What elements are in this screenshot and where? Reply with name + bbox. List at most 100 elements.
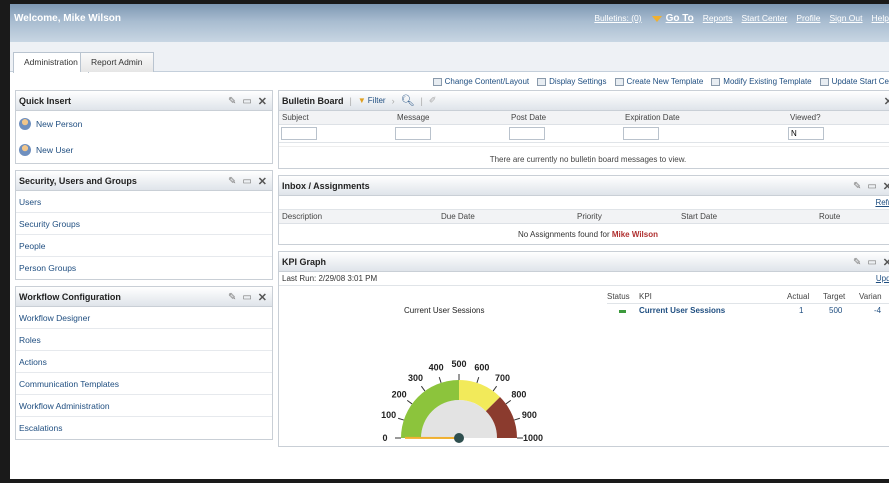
gauge-tick	[438, 376, 442, 383]
goto-arrow-icon	[651, 15, 662, 22]
close-icon[interactable]: ✕	[258, 175, 267, 188]
tab-report-admin[interactable]: Report Admin	[80, 52, 154, 72]
portlet-title: KPI Graph	[282, 257, 327, 267]
gauge-tick-label: 300	[408, 373, 423, 383]
col-due-date[interactable]: Due Date	[441, 212, 475, 221]
display-settings-button[interactable]: Display Settings	[537, 77, 607, 86]
col-subject[interactable]: Subject	[282, 113, 309, 122]
close-icon[interactable]: ✕	[884, 95, 889, 108]
update-link[interactable]: Upda	[876, 274, 889, 283]
kpi-body: Current User Sessions 0 100 200 300 400 500 60…	[279, 286, 889, 446]
gauge-tick	[492, 385, 498, 392]
portlet-header: Inbox / Assignments ✎ ▭ ✕	[279, 176, 889, 196]
gauge-tick-label: 0	[382, 433, 387, 443]
col-post-date[interactable]: Post Date	[511, 113, 546, 122]
edit-icon[interactable]: ✎	[853, 257, 861, 268]
portlet-header: Security, Users and Groups ✎ ▭ ✕	[16, 171, 272, 191]
col-target: Target	[823, 292, 846, 301]
col-expiration-date[interactable]: Expiration Date	[625, 113, 680, 122]
workflow-designer-link[interactable]: Workflow Designer	[16, 307, 272, 329]
communication-templates-link[interactable]: Communication Templates	[16, 373, 272, 395]
security-groups-link[interactable]: Security Groups	[16, 213, 272, 235]
gauge-tick-label: 600	[474, 363, 489, 373]
person-icon	[19, 118, 31, 130]
col-description[interactable]: Description	[282, 212, 322, 221]
subject-filter-input[interactable]	[281, 127, 317, 140]
portlet-header: Bulletin Board | ▼ Filter › 🔍︎ | ✐ ✕	[279, 91, 889, 111]
template-icon	[614, 77, 624, 86]
close-icon[interactable]: ✕	[883, 180, 889, 193]
change-content-label: Change Content/Layout	[444, 77, 530, 86]
post-date-filter-input[interactable]	[509, 127, 545, 140]
help-link[interactable]: Help	[872, 13, 889, 24]
close-icon[interactable]: ✕	[883, 256, 889, 269]
edit-icon[interactable]: ✎	[853, 181, 861, 192]
users-link[interactable]: Users	[16, 191, 272, 213]
kpi-name[interactable]: Current User Sessions	[639, 306, 725, 315]
col-route[interactable]: Route	[819, 212, 840, 221]
viewed-filter-input[interactable]	[788, 127, 824, 140]
tab-administration[interactable]: Administration	[13, 52, 89, 73]
create-template-label: Create New Template	[626, 77, 704, 86]
filter-button[interactable]: ▼ Filter	[358, 96, 386, 105]
create-template-button[interactable]: Create New Template	[614, 77, 704, 86]
escalations-link[interactable]: Escalations	[16, 417, 272, 439]
message-filter-input[interactable]	[395, 127, 431, 140]
left-column: Quick Insert ✎ ▭ ✕ New Person New User Sec…	[15, 90, 273, 446]
edit-template-icon	[711, 77, 721, 86]
edit-icon[interactable]: ✎	[228, 292, 236, 303]
close-icon[interactable]: ✕	[258, 291, 267, 304]
goto-label: Go To	[665, 13, 694, 24]
update-icon	[819, 77, 829, 86]
update-start-center-button[interactable]: Update Start Ce	[819, 77, 889, 86]
refresh-link[interactable]: Refre	[875, 198, 889, 207]
bulletins-link[interactable]: Bulletins: (0)	[594, 13, 641, 24]
header-bar: Welcome, Mike Wilson Bulletins: (0) Go T…	[10, 4, 889, 42]
col-viewed[interactable]: Viewed?	[790, 113, 821, 122]
search-icon[interactable]: 🔍︎	[401, 94, 415, 107]
layout-icon	[432, 77, 442, 86]
top-navigation: Bulletins: (0) Go To Reports Start Cente…	[594, 13, 889, 24]
filter-label: Filter	[367, 96, 386, 105]
minimize-icon[interactable]: ▭	[242, 176, 251, 187]
close-icon[interactable]: ✕	[258, 95, 267, 108]
person-groups-link[interactable]: Person Groups	[16, 257, 272, 279]
profile-link[interactable]: Profile	[796, 13, 820, 24]
workflow-portlet: Workflow Configuration ✎ ▭ ✕ Workflow Desi…	[15, 286, 273, 440]
reports-link[interactable]: Reports	[703, 13, 733, 24]
col-message[interactable]: Message	[397, 113, 429, 122]
gauge-chart: 0100200300400 500 6007008009001000	[381, 359, 543, 443]
gauge-tick-label: 900	[522, 410, 537, 420]
assignee-name: Mike Wilson	[611, 230, 658, 239]
actions-link[interactable]: Actions	[16, 351, 272, 373]
modify-template-button[interactable]: Modify Existing Template	[711, 77, 812, 86]
minimize-icon[interactable]: ▭	[242, 292, 251, 303]
change-content-button[interactable]: Change Content/Layout	[432, 77, 530, 86]
new-person-link[interactable]: New Person	[16, 111, 272, 137]
start-center-link[interactable]: Start Center	[742, 13, 788, 24]
last-run-bar: Last Run: 2/29/08 3:01 PM Upda	[279, 272, 889, 286]
no-assignments-text: No Assignments found for	[518, 230, 610, 239]
kpi-row[interactable]: Current User Sessions 1 500 -4	[607, 304, 889, 318]
edit-icon[interactable]: ✎	[228, 176, 236, 187]
col-start-date[interactable]: Start Date	[681, 212, 717, 221]
welcome-text: Welcome, Mike Wilson	[14, 13, 121, 24]
new-user-label: New User	[36, 145, 74, 155]
people-link[interactable]: People	[16, 235, 272, 257]
minimize-icon[interactable]: ▭	[867, 181, 876, 192]
minimize-icon[interactable]: ▭	[242, 96, 251, 107]
workflow-administration-link[interactable]: Workflow Administration	[16, 395, 272, 417]
gauge-tick	[420, 385, 426, 392]
col-priority[interactable]: Priority	[577, 212, 602, 221]
roles-link[interactable]: Roles	[16, 329, 272, 351]
goto-menu[interactable]: Go To	[651, 13, 694, 24]
new-user-link[interactable]: New User	[16, 137, 272, 163]
gauge-tick	[505, 399, 512, 405]
edit-icon[interactable]: ✎	[228, 96, 236, 107]
status-indicator	[619, 306, 626, 315]
minimize-icon[interactable]: ▭	[867, 257, 876, 268]
modify-template-label: Modify Existing Template	[723, 77, 812, 86]
sign-out-link[interactable]: Sign Out	[829, 13, 862, 24]
clear-filter-icon[interactable]: ✐	[429, 95, 437, 106]
expiration-filter-input[interactable]	[623, 127, 659, 140]
